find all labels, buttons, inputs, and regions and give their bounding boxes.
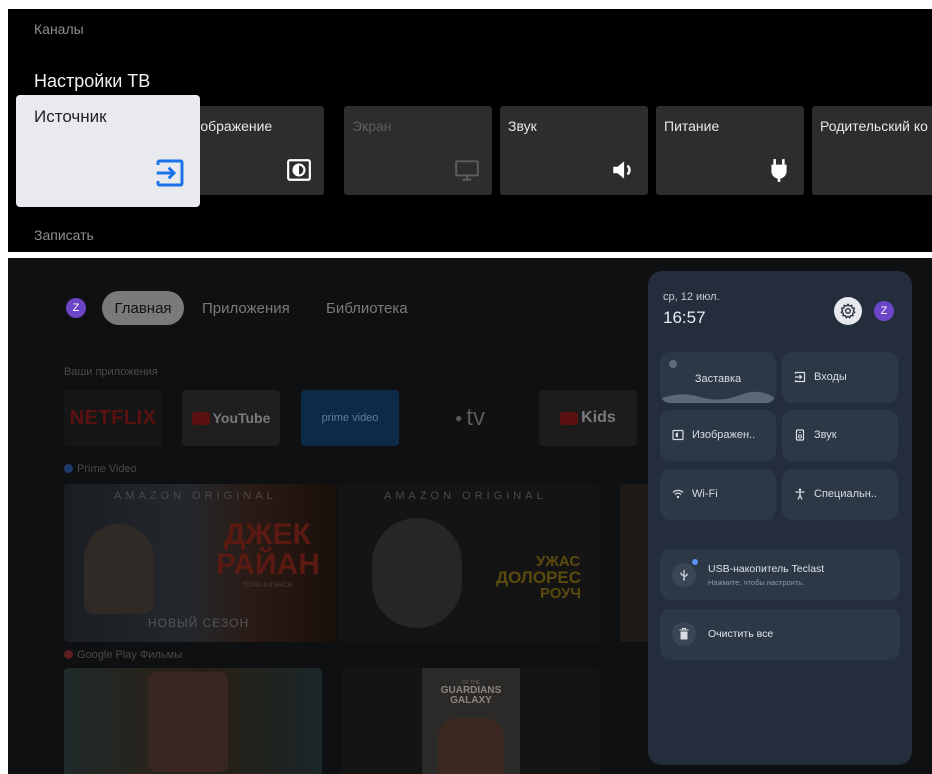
card-label: Звук: [508, 118, 537, 134]
power-plug-icon: [771, 159, 787, 182]
tile-screensaver[interactable]: Заставка: [660, 352, 776, 403]
poster-tag: НОВЫЙ СЕЗОН: [148, 616, 250, 630]
clear-all-button[interactable]: Очистить все: [660, 609, 900, 660]
record-row-label[interactable]: Записать: [34, 227, 94, 243]
prime-section-label: Prime Video: [77, 463, 137, 475]
tile-accessibility[interactable]: Специальн..: [782, 469, 898, 520]
gear-icon: [840, 303, 856, 319]
poster-dolores-roach[interactable]: AMAZON ORIGINAL УЖАС ДОЛОРЕС РОУЧ: [338, 484, 600, 642]
apps-section-title: Ваши приложения: [64, 366, 158, 378]
input-icon: [794, 371, 806, 383]
sound-icon: [613, 161, 631, 179]
wifi-icon: [672, 489, 684, 499]
tile-label: Заставка: [694, 373, 742, 385]
tab-home[interactable]: Главная: [102, 291, 184, 325]
poster-figures: [438, 718, 504, 774]
tile-label: Входы: [814, 371, 847, 383]
app-netflix[interactable]: NETFLIX: [64, 390, 162, 446]
kids-logo: Kids: [581, 409, 616, 426]
app-apple-tv[interactable]: ● tv: [421, 390, 519, 446]
play-section-title: Google Play Фильмы: [64, 649, 182, 661]
poster-subtitle: ТОМА КЛЭНСИ: [242, 582, 293, 589]
tv-settings-panel: Каналы Настройки ТВ Изображение Экран Зв…: [8, 9, 932, 252]
tile-label: Wi-Fi: [692, 488, 718, 500]
tab-apps[interactable]: Приложения: [202, 300, 290, 317]
clear-all-label: Очистить все: [708, 628, 774, 640]
avatar[interactable]: Z: [66, 298, 86, 318]
usb-icon: [680, 570, 688, 581]
app-youtube-kids[interactable]: Kids: [539, 390, 637, 446]
tile-wifi[interactable]: Wi-Fi: [660, 469, 776, 520]
qs-date: ср, 12 июл.: [663, 291, 720, 303]
play-section-label: Google Play Фильмы: [77, 649, 183, 661]
clear-icon-badge: [672, 622, 696, 646]
poster-brand: AMAZON ORIGINAL: [114, 490, 277, 502]
kids-play-icon: [560, 411, 579, 425]
tab-library[interactable]: Библиотека: [326, 300, 408, 317]
screen-icon: [455, 160, 479, 181]
poster-title-2: GALAXY: [450, 695, 492, 706]
usb-title: USB-накопитель Teclast: [708, 563, 825, 575]
apple-icon: ●: [455, 411, 463, 425]
app-prime-video[interactable]: prime video: [301, 390, 399, 446]
unread-dot: [692, 559, 698, 565]
youtube-play-icon: [191, 411, 210, 425]
input-icon: [156, 159, 184, 187]
tile-inputs[interactable]: Входы: [782, 352, 898, 403]
poster-title-3: РОУЧ: [540, 585, 581, 602]
tile-picture[interactable]: Изображен..: [660, 410, 776, 461]
youtube-logo: YouTube: [212, 410, 271, 426]
card-input-source[interactable]: Источник: [16, 95, 200, 207]
channels-row-label[interactable]: Каналы: [34, 21, 84, 37]
settings-button[interactable]: [834, 297, 862, 325]
screensaver-wave-icon: [660, 391, 776, 403]
prime-video-logo: prime video: [321, 412, 379, 424]
card-sound[interactable]: Звук: [500, 106, 648, 195]
app-youtube[interactable]: YouTube: [182, 390, 280, 446]
netflix-logo: NETFLIX: [69, 406, 157, 429]
trash-icon: [679, 627, 689, 640]
poster-title-1: УЖАС: [536, 553, 581, 570]
poster-brand: AMAZON ORIGINAL: [384, 490, 547, 502]
tile-label: Изображен..: [692, 429, 756, 441]
poster-title-1: ДЖЕК: [224, 518, 311, 551]
poster-guardians[interactable]: OF THE GUARDIANS GALAXY: [342, 668, 600, 774]
screensaver-dot-icon: [669, 360, 677, 368]
home-screen: Z Главная Приложения Библиотека Ваши при…: [8, 258, 932, 774]
qs-avatar[interactable]: Z: [874, 301, 894, 321]
usb-notification[interactable]: USB-накопитель Teclast Нажмите, чтобы на…: [660, 549, 900, 600]
poster-art: OF THE GUARDIANS GALAXY: [422, 668, 520, 774]
picture-icon: [287, 159, 311, 181]
tile-label: Специальн..: [814, 488, 877, 500]
card-label: Родительский ко: [820, 118, 928, 134]
usb-subtitle: Нажмите, чтобы настроить.: [708, 578, 805, 587]
poster-face: [372, 518, 462, 628]
poster-figure: [84, 524, 154, 614]
card-power[interactable]: Питание: [656, 106, 804, 195]
card-label: Питание: [664, 118, 720, 134]
quick-settings-panel: ср, 12 июл. 16:57 Z Заставка Входы Изобр…: [648, 271, 912, 765]
poster-title-2: ДОЛОРЕС: [496, 568, 582, 587]
apple-tv-logo: tv: [466, 404, 485, 431]
prime-section-icon: [64, 464, 73, 473]
qs-time: 16:57: [663, 308, 706, 327]
play-movies-icon: [64, 650, 73, 659]
prime-section-title: Prime Video: [64, 463, 137, 475]
poster-mario-movie[interactable]: [64, 668, 322, 774]
speaker-icon: [795, 429, 805, 441]
poster-jack-ryan[interactable]: AMAZON ORIGINAL ДЖЕК РАЙАН ТОМА КЛЭНСИ Н…: [64, 484, 336, 642]
tile-label: Звук: [814, 429, 837, 441]
card-label: Источник: [34, 107, 107, 126]
tv-settings-title: Настройки ТВ: [34, 71, 151, 91]
usb-icon-badge: [672, 563, 696, 587]
card-screen[interactable]: Экран: [344, 106, 492, 195]
picture-icon: [672, 429, 684, 441]
poster-title-2: РАЙАН: [216, 548, 320, 581]
tile-sound[interactable]: Звук: [782, 410, 898, 461]
accessibility-icon: [795, 488, 805, 500]
card-label: Экран: [352, 118, 392, 134]
card-parental-control[interactable]: Родительский ко: [812, 106, 932, 195]
poster-art: [148, 672, 228, 772]
